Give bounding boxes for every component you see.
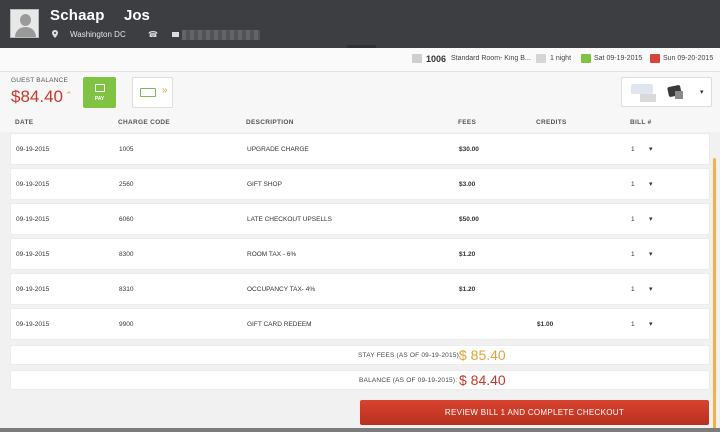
row-fees: $1.20 [459,251,476,258]
row-charge-code: 6060 [119,216,134,223]
row-description: ROOM TAX - 6% [247,251,297,258]
guest-last-name: Jos [124,7,150,24]
card-logo-icon [631,84,653,94]
row-bill-number: 1 [631,321,635,328]
balance-row: BALANCE (AS OF 09-19-2015): $ 84.40 [10,370,710,390]
pay-button[interactable]: PAY [83,77,116,108]
row-charge-code: 9900 [119,321,134,328]
row-date: 09-19-2015 [16,286,50,293]
row-date: 09-19-2015 [16,146,50,153]
table-row[interactable]: 09-19-2015 1005 UPGRADE CHARGE $30.00 1 … [10,133,710,165]
table-row[interactable]: 09-19-2015 2560 GIFT SHOP $3.00 1 ▾ [10,168,710,200]
bill-dropdown-icon[interactable]: ▾ [649,215,653,223]
balance-label: BALANCE (AS OF 09-19-2015): [359,377,458,384]
row-bill-number: 1 [631,251,635,258]
table-row[interactable]: 09-19-2015 8300 ROOM TAX - 6% $1.20 1 ▾ [10,238,710,270]
room-number: 1006 [426,54,447,64]
balance-value: $ 84.40 [459,372,506,388]
header-credits: CREDITS [536,119,567,126]
table-header: DATE CHARGE CODE DESCRIPTION FEES CREDIT… [0,114,720,132]
stay-fees-label: STAY FEES (AS OF 09-19-2015): [358,352,461,359]
row-charge-code: 1005 [119,146,134,153]
row-charge-code: 8300 [119,251,134,258]
guest-avatar[interactable] [10,9,39,38]
header-fees: FEES [458,119,477,126]
dropdown-caret-icon: ▾ [700,89,704,96]
guest-balance-value: $84.40 [11,87,63,106]
moon-icon [536,54,546,63]
row-charge-code: 2560 [119,181,134,188]
row-description: LATE CHECKOUT UPSELLS [247,216,333,223]
guest-first-name: Schaap [50,7,105,24]
row-credits: $1.00 [537,321,554,328]
row-charge-code: 8310 [119,286,134,293]
reservation-summary: 1006 Standard Room- King B... 1 night Sa… [0,48,720,72]
table-row[interactable]: 09-19-2015 6060 LATE CHECKOUT UPSELLS $5… [10,203,710,235]
review-bill-checkout-button[interactable]: REVIEW BILL 1 AND COMPLETE CHECKOUT [360,400,709,425]
table-row[interactable]: 09-19-2015 8310 OCCUPANCY TAX- 4% $1.20 … [10,273,710,305]
row-bill-number: 1 [631,181,635,188]
guest-balance-label: GUEST BALANCE [11,77,69,84]
payment-method-selector[interactable]: ▾ [621,77,712,107]
table-scrollbar[interactable] [713,158,716,432]
row-date: 09-19-2015 [16,216,50,223]
chevron-up-icon[interactable]: ⌃ [65,90,73,101]
row-bill-number: 1 [631,146,635,153]
header-description: DESCRIPTION [246,119,294,126]
row-fees: $50.00 [459,216,479,223]
row-description: OCCUPANCY TAX- 4% [247,286,316,293]
bill-dropdown-icon[interactable]: ▾ [649,320,653,328]
stay-fees-value: $ 85.40 [459,347,506,363]
table-row[interactable]: 09-19-2015 9900 GIFT CARD REDEEM $1.00 1… [10,308,710,340]
arrival-arrow-icon [581,54,591,63]
bill-dropdown-icon[interactable]: ▾ [649,145,653,153]
row-date: 09-19-2015 [16,321,50,328]
phone-icon: ☎ [148,30,158,39]
guest-header: Schaap Jos Washington DC ☎ [0,0,720,48]
email-icon [172,32,179,37]
bill-dropdown-icon[interactable]: ▾ [649,250,653,258]
guest-location: Washington DC [70,30,126,39]
row-bill-number: 1 [631,286,635,293]
row-bill-number: 1 [631,216,635,223]
row-description: UPGRADE CHARGE [247,146,309,153]
row-description: GIFT CARD REDEEM [247,321,312,328]
row-fees: $1.20 [459,286,476,293]
row-fees: $30.00 [459,146,479,153]
header-bill: BILL # [630,119,652,126]
row-fees: $3.00 [459,181,476,188]
row-description: GIFT SHOP [247,181,282,188]
nights-count: 1 night [550,55,572,62]
bill-dropdown-icon[interactable]: ▾ [649,285,653,293]
cash-icon [140,88,156,97]
stay-fees-row: STAY FEES (AS OF 09-19-2015): $ 85.40 [10,345,710,365]
pay-button-label: PAY [94,96,105,102]
room-type: Standard Room- King B... [451,55,531,62]
location-pin-icon [52,30,58,38]
chevron-down-icon: » [162,85,168,96]
departure-arrow-icon [650,54,660,63]
header-charge-code: CHARGE CODE [118,119,171,126]
bottom-bar [0,428,720,432]
bill-dropdown-icon[interactable]: ▾ [649,180,653,188]
row-date: 09-19-2015 [16,181,50,188]
header-date: DATE [15,119,34,126]
wallet-icon [95,84,105,92]
arrival-date: Sat 09-19-2015 [594,55,643,62]
departure-date: Sun 09-20-2015 [663,55,714,62]
room-icon [412,54,422,63]
row-date: 09-19-2015 [16,251,50,258]
cash-payment-button[interactable]: » [132,77,173,108]
email-redacted [182,30,260,40]
